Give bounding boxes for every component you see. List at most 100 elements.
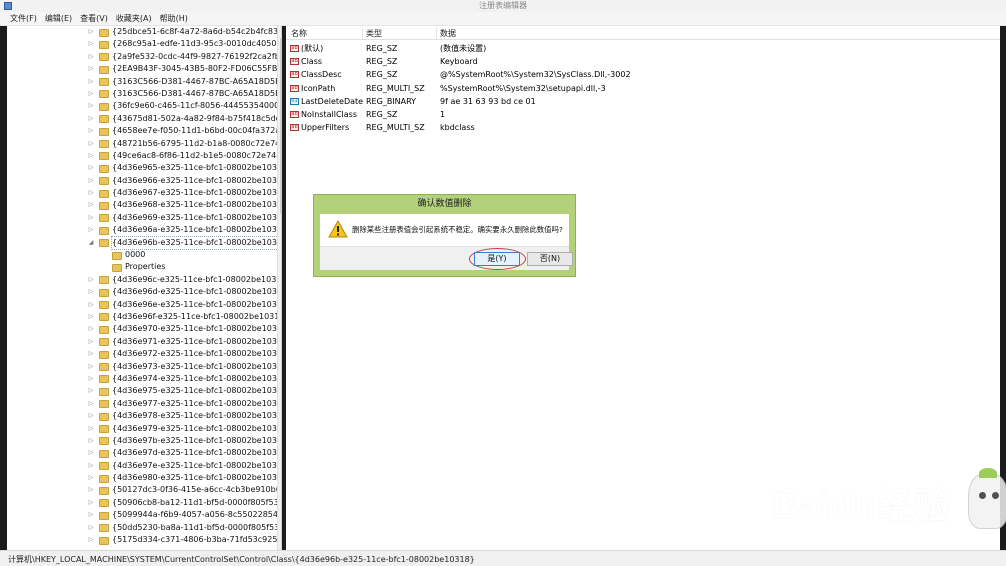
tree-item[interactable]: ▷ {4d36e97e-e325-11ce-bfc1-08002be10318} [7,460,281,472]
expand-arrow-icon[interactable]: ▷ [87,38,95,50]
expand-arrow-icon[interactable]: ▷ [87,224,95,236]
scroll-up-icon[interactable]: ▲ [278,26,281,36]
value-row[interactable]: ab NoInstallClass REG_SZ 1 [286,108,1000,121]
tree-scrollbar[interactable]: ▲ ▼ [277,26,281,550]
value-row[interactable]: ab Class REG_SZ Keyboard [286,55,1000,68]
expand-arrow-icon[interactable]: ▷ [87,88,95,100]
tree-item[interactable]: ▷ {4d36e973-e325-11ce-bfc1-08002be10318} [7,361,281,373]
tree-item[interactable]: ▷ {4d36e96c-e325-11ce-bfc1-08002be10318} [7,274,281,286]
menu-help[interactable]: 帮助(H) [160,13,188,25]
expand-arrow-icon[interactable]: ▷ [87,423,95,435]
column-divider[interactable] [436,27,437,39]
expand-arrow-icon[interactable]: ▷ [87,336,95,348]
expand-arrow-icon[interactable]: ▷ [87,175,95,187]
column-divider[interactable] [362,27,363,39]
expand-arrow-icon[interactable]: ▷ [87,162,95,174]
tree-item[interactable]: Properties [7,261,275,273]
tree-item[interactable]: ▷ {50dd5230-ba8a-11d1-bf5d-0000f805f530} [7,522,281,534]
expand-arrow-icon[interactable]: ▷ [87,447,95,459]
expand-arrow-icon[interactable]: ▷ [87,125,95,137]
column-header-data[interactable]: 数据 [440,28,456,39]
tree-item[interactable]: 0000 [7,249,275,261]
value-row[interactable]: ab (默认) REG_SZ (数值未设置) [286,42,1000,55]
tree-item[interactable]: ▷ {4d36e965-e325-11ce-bfc1-08002be10318} [7,162,281,174]
expand-arrow-icon[interactable]: ▷ [87,286,95,298]
expand-arrow-icon[interactable]: ▷ [87,484,95,496]
expand-arrow-icon[interactable]: ▷ [87,150,95,162]
value-row[interactable]: ab ClassDesc REG_SZ @%SystemRoot%\System32\… [286,68,1000,81]
tree-item[interactable]: ▷ {4d36e96f-e325-11ce-bfc1-08002be10318} [7,311,281,323]
tree-item[interactable]: ▷ {4d36e96e-e325-11ce-bfc1-08002be10318} [7,299,281,311]
expand-arrow-icon[interactable]: ▷ [87,299,95,311]
menu-favorites[interactable]: 收藏夹(A) [116,13,152,25]
expand-arrow-icon[interactable]: ▷ [87,274,95,286]
expand-arrow-icon[interactable]: ▷ [87,199,95,211]
tree-item[interactable]: ▷ {4d36e97d-e325-11ce-bfc1-08002be10318} [7,447,281,459]
tree-item[interactable]: ▷ {4d36e971-e325-11ce-bfc1-08002be10318} [7,336,281,348]
tree-item[interactable]: ▷ {4d36e97b-e325-11ce-bfc1-08002be10318} [7,435,281,447]
tree-item[interactable]: ▷ {4d36e974-e325-11ce-bfc1-08002be10318} [7,373,281,385]
value-row[interactable]: ab UpperFilters REG_MULTI_SZ kbdclass [286,121,1000,134]
expand-arrow-icon[interactable]: ▷ [87,472,95,484]
menu-file[interactable]: 文件(F) [10,13,37,25]
tree-item[interactable]: ▷ {268c95a1-edfe-11d3-95c3-0010dc4050a5} [7,38,281,50]
column-header-type[interactable]: 类型 [366,28,382,39]
tree-item[interactable]: ▷ {4d36e978-e325-11ce-bfc1-08002be10318} [7,410,281,422]
tree-item[interactable]: ▷ {4d36e967-e325-11ce-bfc1-08002be10318} [7,187,281,199]
tree-item[interactable]: ▷ {50127dc3-0f36-415e-a6cc-4cb3be910b65} [7,484,281,496]
tree-item[interactable]: ▷ {48721b56-6795-11d2-b1a8-0080c72e74a2} [7,138,281,150]
expand-arrow-icon[interactable]: ▷ [87,138,95,150]
tree-item[interactable]: ▷ {4d36e968-e325-11ce-bfc1-08002be10318} [7,199,281,211]
tree-item[interactable]: ▷ {43675d81-502a-4a82-9f84-b75f418c5dea} [7,113,281,125]
expand-arrow-icon[interactable]: ▷ [87,113,95,125]
expand-arrow-icon[interactable]: ▷ [87,51,95,63]
expand-arrow-icon[interactable]: ▷ [87,534,95,546]
expand-arrow-icon[interactable]: ▷ [87,522,95,534]
tree-item[interactable]: ▷ {36fc9e60-c465-11cf-8056-444553540000} [7,100,281,112]
tree-item[interactable]: ▷ {4d36e970-e325-11ce-bfc1-08002be10318} [7,323,281,335]
tree-item[interactable]: ▷ {5099944a-f6b9-4057-a056-8c550228544c} [7,509,281,521]
expand-arrow-icon[interactable]: ▷ [87,509,95,521]
yes-button[interactable]: 是(Y) [474,252,520,266]
scroll-down-icon[interactable]: ▼ [278,540,281,550]
expand-arrow-icon[interactable]: ▷ [87,311,95,323]
tree-item[interactable]: ◢ {4d36e96b-e325-11ce-bfc1-08002be10318} [7,235,281,251]
tree-item[interactable]: ▷ {2EA9B43F-3045-43B5-80F2-FD06C55FBB90} [7,63,281,75]
tree-item[interactable]: ▷ {25dbce51-6c8f-4a72-8a6d-b54c2b4fc835} [7,26,281,38]
tree-item[interactable]: ▷ {4d36e975-e325-11ce-bfc1-08002be10318} [7,385,281,397]
expand-arrow-icon[interactable]: ▷ [87,398,95,410]
tree-item[interactable]: ▷ {4d36e979-e325-11ce-bfc1-08002be10318} [7,423,281,435]
tree-item[interactable]: ▷ {3163C566-D381-4467-87BC-A65A18D5B649} [7,88,281,100]
expand-arrow-icon[interactable]: ▷ [87,187,95,199]
tree-item[interactable]: ▷ {2a9fe532-0cdc-44f9-9827-76192f2ca2fb} [7,51,281,63]
tree-item[interactable]: ▷ {4d36e966-e325-11ce-bfc1-08002be10318} [7,175,281,187]
expanded-arrow-icon[interactable]: ◢ [87,237,95,249]
tree-item[interactable]: ▷ {3163C566-D381-4467-87BC-A65A18D5B648} [7,76,281,88]
column-header-name[interactable]: 名称 [291,28,307,39]
tree-item[interactable]: ▷ {4d36e980-e325-11ce-bfc1-08002be10318} [7,472,281,484]
expand-arrow-icon[interactable]: ▷ [87,100,95,112]
expand-arrow-icon[interactable]: ▷ [87,497,95,509]
tree-item[interactable]: ▷ {4d36e972-e325-11ce-bfc1-08002be10318} [7,348,281,360]
tree-item[interactable]: ▷ {4658ee7e-f050-11d1-b6bd-00c04fa372a7} [7,125,281,137]
menu-view[interactable]: 查看(V) [80,13,108,25]
expand-arrow-icon[interactable]: ▷ [87,460,95,472]
value-row[interactable]: ab IconPath REG_MULTI_SZ %SystemRoot%\Syste… [286,82,1000,95]
tree-item[interactable]: ▷ {50906cb8-ba12-11d1-bf5d-0000f805f530} [7,497,281,509]
expand-arrow-icon[interactable]: ▷ [87,323,95,335]
expand-arrow-icon[interactable]: ▷ [87,212,95,224]
expand-arrow-icon[interactable]: ▷ [87,76,95,88]
tree-item[interactable]: ▷ {49ce6ac8-6f86-11d2-b1e5-0080c72e74a2} [7,150,281,162]
no-button[interactable]: 否(N) [527,252,573,266]
tree-item[interactable]: ▷ {4d36e977-e325-11ce-bfc1-08002be10318} [7,398,281,410]
expand-arrow-icon[interactable]: ▷ [87,435,95,447]
tree-item[interactable]: ▷ {4d36e969-e325-11ce-bfc1-08002be10318} [7,212,281,224]
expand-arrow-icon[interactable]: ▷ [87,373,95,385]
expand-arrow-icon[interactable]: ▷ [87,410,95,422]
expand-arrow-icon[interactable]: ▷ [87,361,95,373]
expand-arrow-icon[interactable]: ▷ [87,63,95,75]
expand-arrow-icon[interactable]: ▷ [87,348,95,360]
tree-item[interactable]: ▷ {5175d334-c371-4806-b3ba-71fd53c9258d} [7,534,281,546]
expand-arrow-icon[interactable]: ▷ [87,385,95,397]
menu-edit[interactable]: 编辑(E) [45,13,72,25]
